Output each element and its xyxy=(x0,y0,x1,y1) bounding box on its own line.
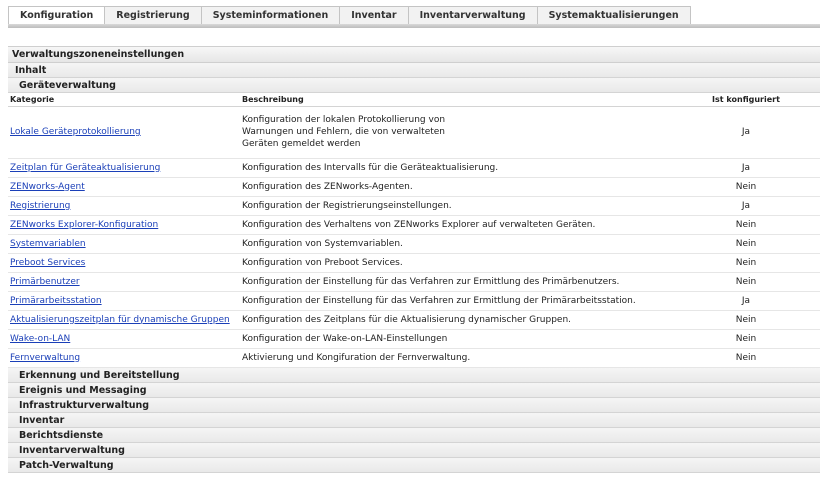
description-text: Aktivierung und Kongifuration der Fernve… xyxy=(242,352,471,363)
configured-status: Nein xyxy=(672,348,820,368)
description-text: Konfiguration der lokalen Protokollierun… xyxy=(242,115,446,125)
configured-status: Nein xyxy=(672,310,820,330)
group-inventarverwaltung[interactable]: Inventarverwaltung xyxy=(8,442,820,458)
tab-systeminformationen[interactable]: Systeminformationen xyxy=(201,6,341,25)
category-link[interactable]: Primärarbeitsstation xyxy=(10,296,102,306)
group-geraeteverwaltung[interactable]: Geräteverwaltung xyxy=(8,78,820,93)
category-cell: ZENworks Explorer-Konfiguration xyxy=(8,215,240,235)
configured-status: Nein xyxy=(672,272,820,292)
category-cell: ZENworks-Agent xyxy=(8,177,240,197)
table-row: Registrierung Konfiguration der Registrie… xyxy=(8,196,820,216)
configured-status: Nein xyxy=(672,329,820,349)
description-cell: Konfiguration des Intervalls für die Ger… xyxy=(240,158,672,178)
description-cell: Konfiguration der Einstellung für das Ve… xyxy=(240,291,672,311)
table-header-row: Kategorie Beschreibung Ist konfiguriert xyxy=(8,93,820,107)
table-row: ZENworks Explorer-Konfiguration Konfigura… xyxy=(8,215,820,235)
tab-inventarverwaltung[interactable]: Inventarverwaltung xyxy=(408,6,538,25)
column-header-configured: Ist konfiguriert xyxy=(672,93,820,107)
description-cell: Konfiguration des Zeitplans für die Aktu… xyxy=(240,310,672,330)
configured-status: Ja xyxy=(672,106,820,159)
tab-registrierung[interactable]: Registrierung xyxy=(105,6,202,25)
category-link[interactable]: Wake-on-LAN xyxy=(10,334,70,344)
group-inventar[interactable]: Inventar xyxy=(8,412,820,428)
table-row: ZENworks-Agent Konfiguration des ZENworks… xyxy=(8,177,820,197)
description-text: Warnungen und Fehlern, die von verwaltet… xyxy=(242,127,446,137)
configured-status: Nein xyxy=(672,215,820,235)
category-cell: Fernverwaltung xyxy=(8,348,240,368)
description-text: Konfiguration der Wake-on-LAN-Einstellun… xyxy=(242,333,448,344)
description-text: Konfiguration des Verhaltens von ZENwork… xyxy=(242,219,596,230)
description-text: Konfiguration der Registrierungseinstell… xyxy=(242,200,452,211)
description-text: Konfiguration von Systemvariablen. xyxy=(242,238,403,249)
configured-status: Ja xyxy=(672,291,820,311)
description-cell: Konfiguration des ZENworks-Agenten. xyxy=(240,177,672,197)
category-link[interactable]: Systemvariablen xyxy=(10,239,86,249)
table-row: Preboot Services Konfiguration von Preboo… xyxy=(8,253,820,273)
category-cell: Lokale Geräteprotokollierung xyxy=(8,106,240,159)
category-link[interactable]: Zeitplan für Geräteaktualisierung xyxy=(10,163,160,173)
category-link[interactable]: Preboot Services xyxy=(10,258,85,268)
group-berichtsdienste[interactable]: Berichtsdienste xyxy=(8,427,820,443)
description-text: Konfiguration des Intervalls für die Ger… xyxy=(242,162,499,173)
category-cell: Systemvariablen xyxy=(8,234,240,254)
group-inhalt[interactable]: Inhalt xyxy=(8,63,820,78)
column-header-category: Kategorie xyxy=(8,93,240,107)
table-row: Wake-on-LAN Konfiguration der Wake-on-LAN… xyxy=(8,329,820,349)
description-text: Geräten gemeldet werden xyxy=(242,139,361,149)
tab-systemaktualisierungen[interactable]: Systemaktualisierungen xyxy=(537,6,691,25)
description-text: Konfiguration der Einstellung für das Ve… xyxy=(242,276,620,287)
tab-bar-underline xyxy=(8,24,820,28)
group-patch-verwaltung[interactable]: Patch-Verwaltung xyxy=(8,457,820,473)
group-erkennung[interactable]: Erkennung und Bereitstellung xyxy=(8,367,820,383)
table-row: Fernverwaltung Aktivierung und Kongifurat… xyxy=(8,348,820,368)
category-cell: Registrierung xyxy=(8,196,240,216)
description-text: Konfiguration des Zeitplans für die Aktu… xyxy=(242,314,572,325)
table-row: Zeitplan für Geräteaktualisierung Konfigu… xyxy=(8,158,820,178)
table-row: Aktualisierungszeitplan für dynamische G… xyxy=(8,310,820,330)
description-cell: Konfiguration der Registrierungseinstell… xyxy=(240,196,672,216)
category-link[interactable]: Fernverwaltung xyxy=(10,353,80,363)
description-cell: Konfiguration der Einstellung für das Ve… xyxy=(240,272,672,292)
group-infrastruktur[interactable]: Infrastrukturverwaltung xyxy=(8,397,820,413)
category-link[interactable]: ZENworks Explorer-Konfiguration xyxy=(10,220,158,230)
tab-konfiguration[interactable]: Konfiguration xyxy=(8,6,106,25)
category-cell: Preboot Services xyxy=(8,253,240,273)
configured-status: Ja xyxy=(672,196,820,216)
category-link[interactable]: Registrierung xyxy=(10,201,70,211)
section-title: Verwaltungszoneneinstellungen xyxy=(8,47,820,63)
description-cell: Aktivierung und Kongifuration der Fernve… xyxy=(240,348,672,368)
category-cell: Zeitplan für Geräteaktualisierung xyxy=(8,158,240,178)
settings-table: Kategorie Beschreibung Ist konfiguriert … xyxy=(8,93,820,368)
category-cell: Aktualisierungszeitplan für dynamische G… xyxy=(8,310,240,330)
table-row: Primärbenutzer Konfiguration der Einstell… xyxy=(8,272,820,292)
tab-bar: Konfiguration Registrierung Systeminform… xyxy=(8,6,691,25)
category-link[interactable]: ZENworks-Agent xyxy=(10,182,85,192)
table-row: Primärarbeitsstation Konfiguration der Ei… xyxy=(8,291,820,311)
description-text: Konfiguration von Preboot Services. xyxy=(242,257,403,268)
category-cell: Wake-on-LAN xyxy=(8,329,240,349)
description-cell: Konfiguration des Verhaltens von ZENwork… xyxy=(240,215,672,235)
description-cell: Konfiguration der Wake-on-LAN-Einstellun… xyxy=(240,329,672,349)
configured-status: Nein xyxy=(672,234,820,254)
category-link[interactable]: Lokale Geräteprotokollierung xyxy=(10,127,141,137)
category-link[interactable]: Aktualisierungszeitplan für dynamische G… xyxy=(10,315,230,325)
configured-status: Nein xyxy=(672,253,820,273)
description-cell: Konfiguration der lokalen Protokollierun… xyxy=(240,106,672,159)
settings-panel: Verwaltungszoneneinstellungen Inhalt Ger… xyxy=(8,46,820,473)
configured-status: Ja xyxy=(672,158,820,178)
description-text: Konfiguration des ZENworks-Agenten. xyxy=(242,181,413,192)
tab-inventar[interactable]: Inventar xyxy=(340,6,409,25)
category-link[interactable]: Primärbenutzer xyxy=(10,277,80,287)
description-cell: Konfiguration von Systemvariablen. xyxy=(240,234,672,254)
category-cell: Primärarbeitsstation xyxy=(8,291,240,311)
description-text: Konfiguration der Einstellung für das Ve… xyxy=(242,295,636,306)
group-ereignis[interactable]: Ereignis und Messaging xyxy=(8,382,820,398)
column-header-description: Beschreibung xyxy=(240,93,672,107)
configured-status: Nein xyxy=(672,177,820,197)
description-cell: Konfiguration von Preboot Services. xyxy=(240,253,672,273)
table-row: Lokale Geräteprotokollierung Konfiguratio… xyxy=(8,106,820,159)
table-row: Systemvariablen Konfiguration von Systemv… xyxy=(8,234,820,254)
category-cell: Primärbenutzer xyxy=(8,272,240,292)
